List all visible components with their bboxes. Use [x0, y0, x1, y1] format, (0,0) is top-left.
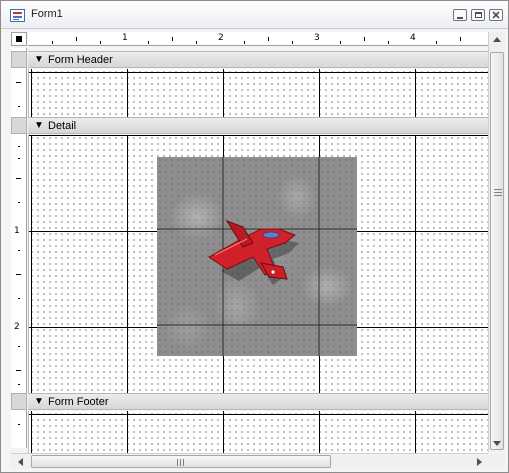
title-bar[interactable]: Form1: [1, 1, 508, 29]
vertical-ruler[interactable]: 1 2: [11, 48, 27, 448]
scroll-down-icon[interactable]: [489, 435, 505, 451]
form-footer-bar[interactable]: ▼ Form Footer: [28, 393, 488, 410]
ruler-label-3: 3: [314, 33, 320, 43]
vertical-scroll-thumb[interactable]: [490, 52, 504, 450]
horizontal-scrollbar[interactable]: [11, 453, 488, 469]
window-title: Form1: [31, 8, 63, 20]
ruler-label-1: 1: [122, 33, 128, 43]
section-arrow-icon: ▼: [34, 396, 44, 407]
image-control[interactable]: [157, 157, 357, 356]
section-arrow-icon: ▼: [34, 120, 44, 131]
scroll-up-icon[interactable]: [489, 32, 505, 48]
detail-label: Detail: [48, 120, 77, 132]
form-icon: [10, 9, 25, 22]
horizontal-ruler[interactable]: 1 2 3 4: [28, 32, 488, 46]
header-section-selector[interactable]: [11, 51, 27, 68]
horizontal-scroll-thumb[interactable]: [31, 455, 331, 468]
form-header-bar[interactable]: ▼ Form Header: [28, 51, 488, 68]
scroll-left-icon[interactable]: [13, 454, 29, 470]
section-arrow-icon: ▼: [34, 54, 44, 65]
close-icon[interactable]: [489, 9, 503, 21]
form-header-grid[interactable]: [28, 69, 488, 117]
ruler-label-4: 4: [410, 33, 416, 43]
detail-section-selector[interactable]: [11, 117, 27, 134]
restore-icon[interactable]: [471, 9, 485, 21]
form-footer-grid[interactable]: [28, 411, 488, 453]
minimize-icon[interactable]: [453, 9, 467, 21]
form-header-label: Form Header: [48, 54, 113, 66]
form-footer-label: Form Footer: [48, 396, 109, 408]
form-design-window: Form1 1 2 3 4 1 2 ▼ Form Header ▼ Detail…: [0, 0, 509, 473]
red-airplane-image: [157, 157, 357, 356]
footer-section-selector[interactable]: [11, 393, 27, 410]
size-grip[interactable]: [488, 453, 505, 469]
scroll-right-icon[interactable]: [471, 454, 487, 470]
vruler-label-1: 1: [14, 226, 20, 236]
detail-bar[interactable]: ▼ Detail: [28, 117, 488, 134]
vertical-scrollbar[interactable]: [488, 32, 505, 452]
ruler-label-2: 2: [218, 33, 224, 43]
form-selector-button[interactable]: [11, 32, 27, 46]
vruler-label-2: 2: [14, 322, 20, 332]
